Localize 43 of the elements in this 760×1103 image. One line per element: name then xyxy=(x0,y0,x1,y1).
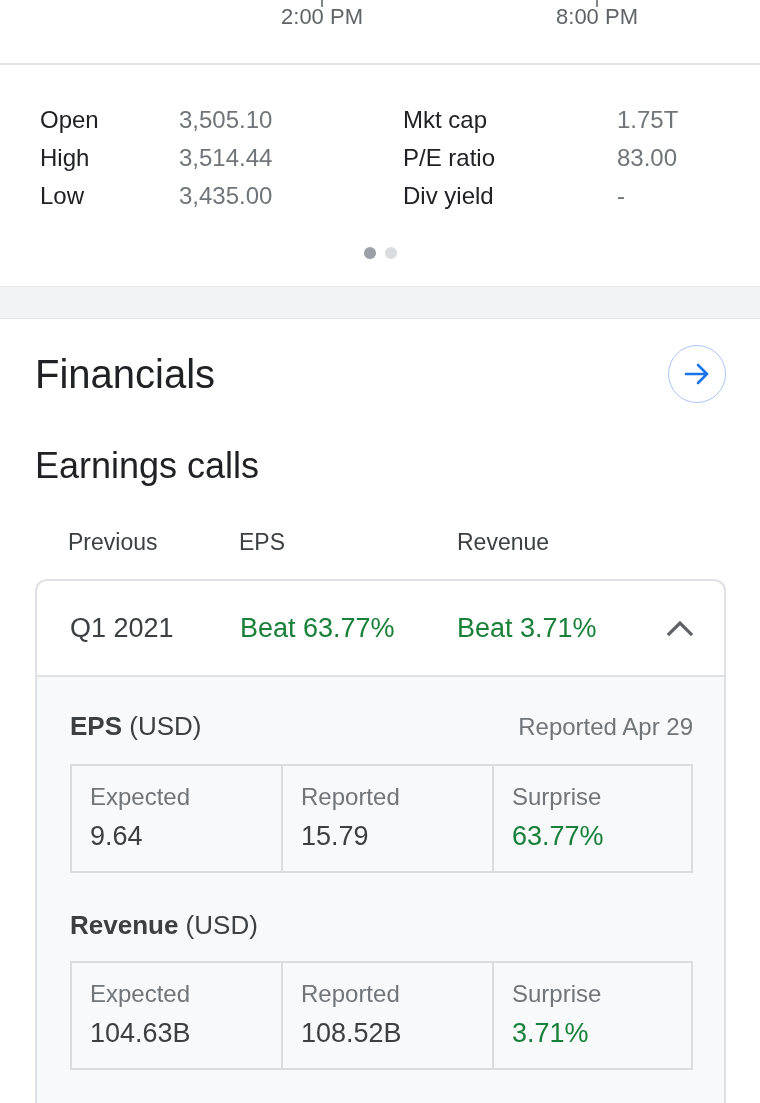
revenue-result: Beat 3.71% xyxy=(457,612,597,644)
axis-label: 2:00 PM xyxy=(281,4,363,30)
right-arrow-icon xyxy=(684,363,710,385)
subsection-title: Earnings calls xyxy=(35,444,260,488)
axis-label: 8:00 PM xyxy=(556,4,638,30)
stat-value: 3,514.44 xyxy=(179,143,273,173)
column-header: Revenue xyxy=(457,528,550,556)
stat-label: Open xyxy=(40,105,99,135)
page-indicator-dot-icon[interactable] xyxy=(384,247,397,259)
stat-label: Low xyxy=(40,181,85,211)
axis-tick xyxy=(321,0,323,7)
cell-value: 15.79 xyxy=(301,820,369,852)
stat-label: Div yield xyxy=(403,181,494,211)
stat-label: Mkt cap xyxy=(403,105,488,135)
stat-value: 3,435.00 xyxy=(179,181,273,211)
column-header: EPS xyxy=(239,528,286,556)
cell-value: 108.52B xyxy=(301,1017,402,1049)
stat-value: - xyxy=(617,181,625,211)
cell-value: 3.71% xyxy=(512,1017,589,1049)
cell-label: Expected xyxy=(90,783,191,811)
quarter-label: Q1 2021 xyxy=(70,612,174,644)
metric-title: Revenue (USD) xyxy=(70,910,258,940)
stat-value: 3,505.10 xyxy=(179,105,273,135)
cell-label: Expected xyxy=(90,980,191,1008)
cell-label: Surprise xyxy=(512,980,602,1008)
section-title: Financials xyxy=(35,351,216,398)
eps-result: Beat 63.77% xyxy=(240,612,395,644)
cell-label: Reported xyxy=(301,980,400,1008)
cell-value: 63.77% xyxy=(512,820,604,852)
page-indicator-dot-icon[interactable] xyxy=(363,247,376,259)
stat-value: 1.75T xyxy=(617,105,679,135)
stat-label: P/E ratio xyxy=(403,143,496,173)
chevron-up-icon[interactable] xyxy=(667,620,693,636)
stat-label: High xyxy=(40,143,90,173)
column-header: Previous xyxy=(68,528,158,556)
cell-label: Surprise xyxy=(512,783,602,811)
cell-value: 9.64 xyxy=(90,820,143,852)
metric-title: EPS (USD) xyxy=(70,711,202,741)
stat-value: 83.00 xyxy=(617,143,678,173)
axis-tick xyxy=(596,0,598,7)
cell-label: Reported xyxy=(301,783,400,811)
reported-date: Reported Apr 29 xyxy=(518,712,693,742)
cell-value: 104.63B xyxy=(90,1017,191,1049)
